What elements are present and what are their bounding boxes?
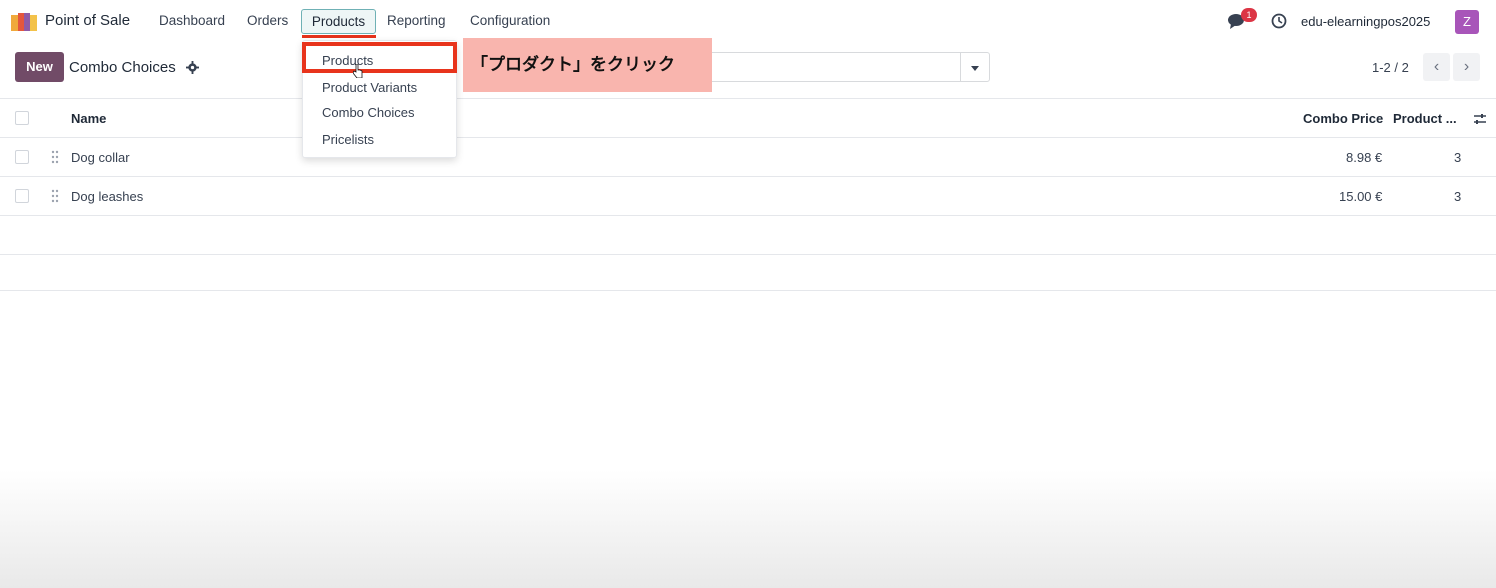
dropdown-item-product-variants[interactable]: Product Variants	[322, 80, 417, 95]
menu-reporting[interactable]: Reporting	[387, 13, 446, 28]
gear-icon[interactable]	[186, 61, 199, 74]
pos-app-logo-icon[interactable]	[11, 11, 37, 31]
username[interactable]: edu-elearningpos2025	[1301, 14, 1430, 29]
optional-columns-icon[interactable]	[1473, 112, 1487, 126]
pager-value[interactable]: 1-2 / 2	[1372, 60, 1409, 75]
annotation-highlight-box	[302, 42, 457, 73]
top-navbar: Point of Sale Dashboard Orders Products …	[0, 0, 1496, 42]
menu-products-annotation-underline	[302, 35, 376, 38]
table-header: Name Combo Price Product ...	[0, 98, 1496, 138]
empty-row	[0, 216, 1496, 255]
cell-combo-price: 15.00 €	[1339, 189, 1383, 204]
menu-orders[interactable]: Orders	[247, 13, 288, 28]
bottom-fade	[0, 470, 1496, 588]
dropdown-item-pricelists[interactable]: Pricelists	[322, 132, 374, 147]
pager-next-button[interactable]: ›	[1453, 53, 1480, 81]
empty-row	[0, 255, 1496, 291]
clock-icon[interactable]	[1271, 13, 1287, 29]
cell-name: Dog leashes	[71, 189, 144, 204]
caret-down-icon	[971, 66, 979, 71]
cell-product-count: 3	[1454, 189, 1462, 204]
mouse-cursor-icon	[353, 64, 363, 78]
notification-badge: 1	[1241, 8, 1257, 22]
annotation-callout: 「プロダクト」をクリック	[463, 38, 712, 92]
dropdown-item-combo-choices[interactable]: Combo Choices	[322, 105, 415, 120]
row-checkbox[interactable]	[15, 150, 29, 164]
search-options-toggle[interactable]	[960, 52, 990, 82]
table-row[interactable]: Dog collar 8.98 € 3	[0, 138, 1496, 177]
drag-handle-icon[interactable]	[51, 150, 59, 164]
drag-handle-icon[interactable]	[51, 189, 59, 203]
cell-product-count: 3	[1454, 150, 1462, 165]
search-input[interactable]	[700, 52, 960, 82]
page-title: Combo Choices	[69, 59, 176, 76]
app-name[interactable]: Point of Sale	[45, 12, 130, 29]
avatar[interactable]: Z	[1455, 10, 1479, 34]
pager-previous-button[interactable]: ‹	[1423, 53, 1450, 81]
menu-dashboard[interactable]: Dashboard	[159, 13, 225, 28]
cell-combo-price: 8.98 €	[1346, 150, 1383, 165]
select-all-checkbox[interactable]	[15, 111, 29, 125]
table-row[interactable]: Dog leashes 15.00 € 3	[0, 177, 1496, 216]
menu-configuration[interactable]: Configuration	[470, 13, 550, 28]
column-header-combo-price[interactable]: Combo Price	[1303, 111, 1383, 126]
column-header-product-count[interactable]: Product ...	[1393, 111, 1457, 126]
menu-products[interactable]: Products	[301, 9, 376, 34]
new-button[interactable]: New	[15, 52, 64, 82]
cell-name: Dog collar	[71, 150, 130, 165]
row-checkbox[interactable]	[15, 189, 29, 203]
column-header-name[interactable]: Name	[71, 111, 106, 126]
